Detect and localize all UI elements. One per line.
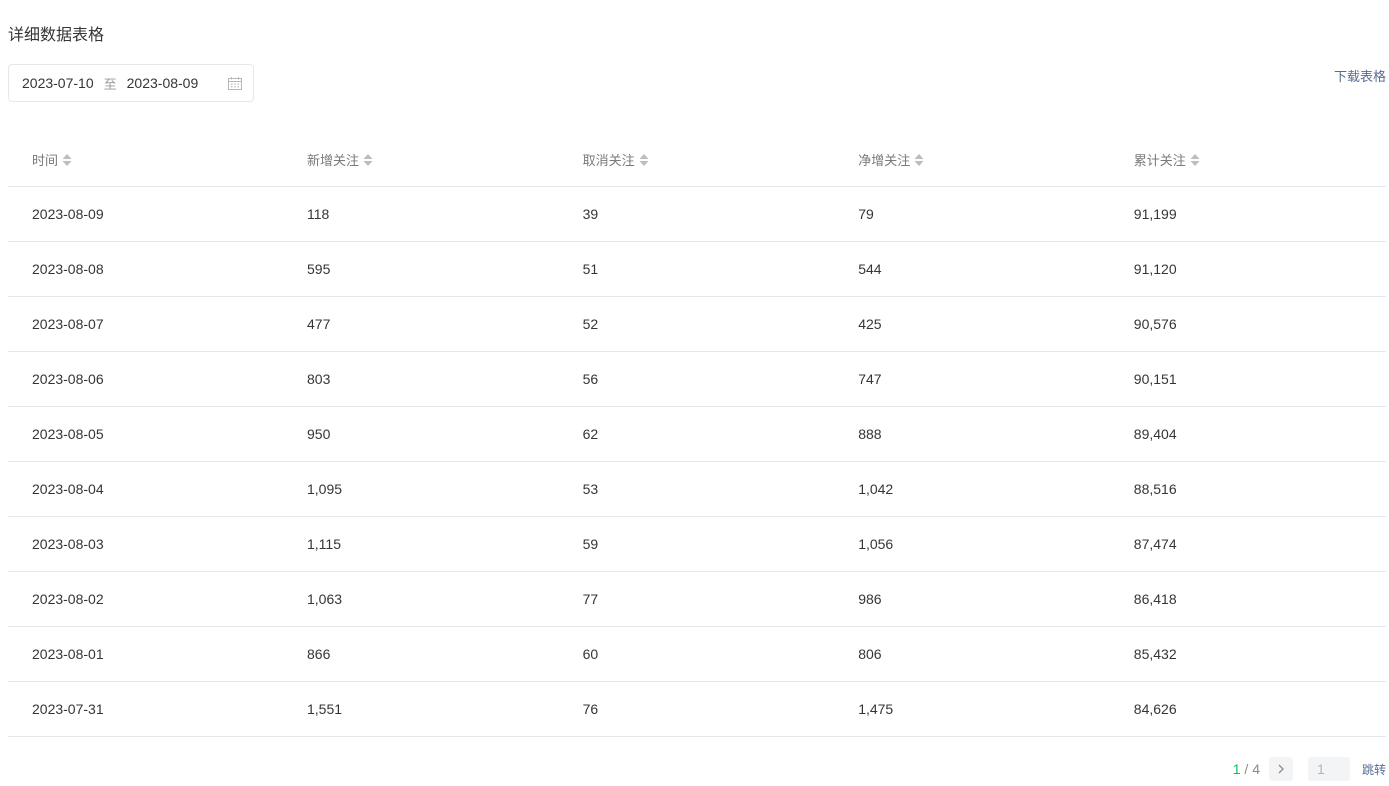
table-row: 2023-08-05 950 62 888 89,404 <box>8 407 1386 462</box>
start-date: 2023-07-10 <box>22 75 94 91</box>
cell-time: 2023-08-02 <box>32 591 104 607</box>
cell-time: 2023-08-04 <box>32 481 104 497</box>
cell-net-follows: 79 <box>858 206 874 222</box>
table-row: 2023-08-02 1,063 77 986 86,418 <box>8 572 1386 627</box>
cell-new-follows: 1,063 <box>307 591 343 607</box>
cell-net-follows: 747 <box>858 371 882 387</box>
cell-unfollows: 60 <box>582 646 599 662</box>
column-header-label: 时间 <box>32 153 59 169</box>
column-header-time[interactable]: 时间 <box>8 150 283 169</box>
table-header: 时间 新增关注 取消关注 净增关注 累计关注 <box>8 132 1386 187</box>
cell-time: 2023-08-06 <box>32 371 104 387</box>
table-row: 2023-08-04 1,095 53 1,042 88,516 <box>8 462 1386 517</box>
cell-new-follows: 477 <box>307 316 331 332</box>
column-header-label: 净增关注 <box>858 153 911 169</box>
date-range-picker[interactable]: 2023-07-10 至 2023-08-09 <box>8 64 254 102</box>
cell-total-follows: 86,418 <box>1133 591 1177 607</box>
sort-icon <box>914 154 924 166</box>
table-row: 2023-08-03 1,115 59 1,056 87,474 <box>8 517 1386 572</box>
date-separator: 至 <box>103 77 117 93</box>
cell-unfollows: 59 <box>582 536 599 552</box>
cell-net-follows: 1,475 <box>858 701 894 717</box>
sort-icon <box>363 154 373 166</box>
cell-net-follows: 544 <box>858 261 882 277</box>
chevron-right-icon <box>1278 764 1284 774</box>
cell-time: 2023-08-03 <box>32 536 104 552</box>
download-table-link[interactable]: 下载表格 <box>1334 66 1386 85</box>
table-row: 2023-08-06 803 56 747 90,151 <box>8 352 1386 407</box>
page-title: 详细数据表格 <box>8 25 105 44</box>
column-header-net-follows[interactable]: 净增关注 <box>834 150 1110 169</box>
cell-time: 2023-08-01 <box>32 646 104 662</box>
sort-icon <box>1190 154 1200 166</box>
cell-new-follows: 950 <box>307 426 331 442</box>
cell-total-follows: 90,151 <box>1133 371 1177 387</box>
cell-total-follows: 84,626 <box>1133 701 1177 717</box>
next-page-button[interactable] <box>1268 757 1293 781</box>
cell-unfollows: 51 <box>582 261 599 277</box>
cell-total-follows: 91,120 <box>1133 261 1177 277</box>
column-header-label: 取消关注 <box>582 153 635 169</box>
cell-new-follows: 1,115 <box>307 536 341 552</box>
calendar-icon <box>228 77 242 90</box>
sort-icon <box>62 154 72 166</box>
cell-time: 2023-08-05 <box>32 426 104 442</box>
cell-net-follows: 425 <box>858 316 882 332</box>
page-separator: / <box>1240 761 1253 777</box>
column-header-total-follows[interactable]: 累计关注 <box>1110 150 1386 169</box>
cell-time: 2023-08-08 <box>32 261 104 277</box>
end-date: 2023-08-09 <box>126 75 199 91</box>
cell-total-follows: 91,199 <box>1133 206 1177 222</box>
cell-unfollows: 53 <box>582 481 599 497</box>
table-row: 2023-08-01 866 60 806 85,432 <box>8 627 1386 682</box>
cell-time: 2023-08-09 <box>32 206 104 222</box>
cell-total-follows: 87,474 <box>1133 536 1177 552</box>
cell-new-follows: 1,551 <box>307 701 343 717</box>
cell-total-follows: 90,576 <box>1133 316 1177 332</box>
column-header-label: 累计关注 <box>1133 153 1186 169</box>
cell-unfollows: 76 <box>582 701 599 717</box>
pagination: 1 / 4 跳转 <box>1233 757 1386 781</box>
cell-new-follows: 118 <box>307 206 330 222</box>
cell-net-follows: 986 <box>858 591 882 607</box>
jump-button[interactable]: 跳转 <box>1362 761 1386 778</box>
cell-net-follows: 1,042 <box>858 481 894 497</box>
cell-new-follows: 1,095 <box>307 481 343 497</box>
table-row: 2023-07-31 1,551 76 1,475 84,626 <box>8 682 1386 737</box>
cell-new-follows: 803 <box>307 371 331 387</box>
cell-total-follows: 88,516 <box>1133 481 1177 497</box>
data-table: 时间 新增关注 取消关注 净增关注 累计关注 2023-08-09 118 39 79 91,1… <box>8 132 1386 737</box>
cell-total-follows: 89,404 <box>1133 426 1177 442</box>
cell-time: 2023-08-07 <box>32 316 104 332</box>
sort-icon <box>639 154 649 166</box>
cell-unfollows: 56 <box>582 371 599 387</box>
cell-net-follows: 806 <box>858 646 882 662</box>
cell-net-follows: 1,056 <box>858 536 894 552</box>
cell-unfollows: 52 <box>582 316 599 332</box>
page-indicator: 1 / 4 <box>1233 761 1260 777</box>
cell-new-follows: 595 <box>307 261 331 277</box>
cell-unfollows: 39 <box>582 206 599 222</box>
column-header-label: 新增关注 <box>307 153 360 169</box>
cell-unfollows: 77 <box>582 591 599 607</box>
cell-new-follows: 866 <box>307 646 331 662</box>
page-jump-input[interactable] <box>1307 757 1350 781</box>
total-pages: 4 <box>1252 761 1260 777</box>
column-header-new-follows[interactable]: 新增关注 <box>283 150 559 169</box>
table-row: 2023-08-08 595 51 544 91,120 <box>8 242 1386 297</box>
cell-unfollows: 62 <box>582 426 599 442</box>
cell-total-follows: 85,432 <box>1133 646 1177 662</box>
table-row: 2023-08-09 118 39 79 91,199 <box>8 187 1386 242</box>
current-page: 1 <box>1232 761 1241 777</box>
table-row: 2023-08-07 477 52 425 90,576 <box>8 297 1386 352</box>
cell-net-follows: 888 <box>858 426 882 442</box>
column-header-unfollows[interactable]: 取消关注 <box>559 150 835 169</box>
cell-time: 2023-07-31 <box>32 701 104 717</box>
